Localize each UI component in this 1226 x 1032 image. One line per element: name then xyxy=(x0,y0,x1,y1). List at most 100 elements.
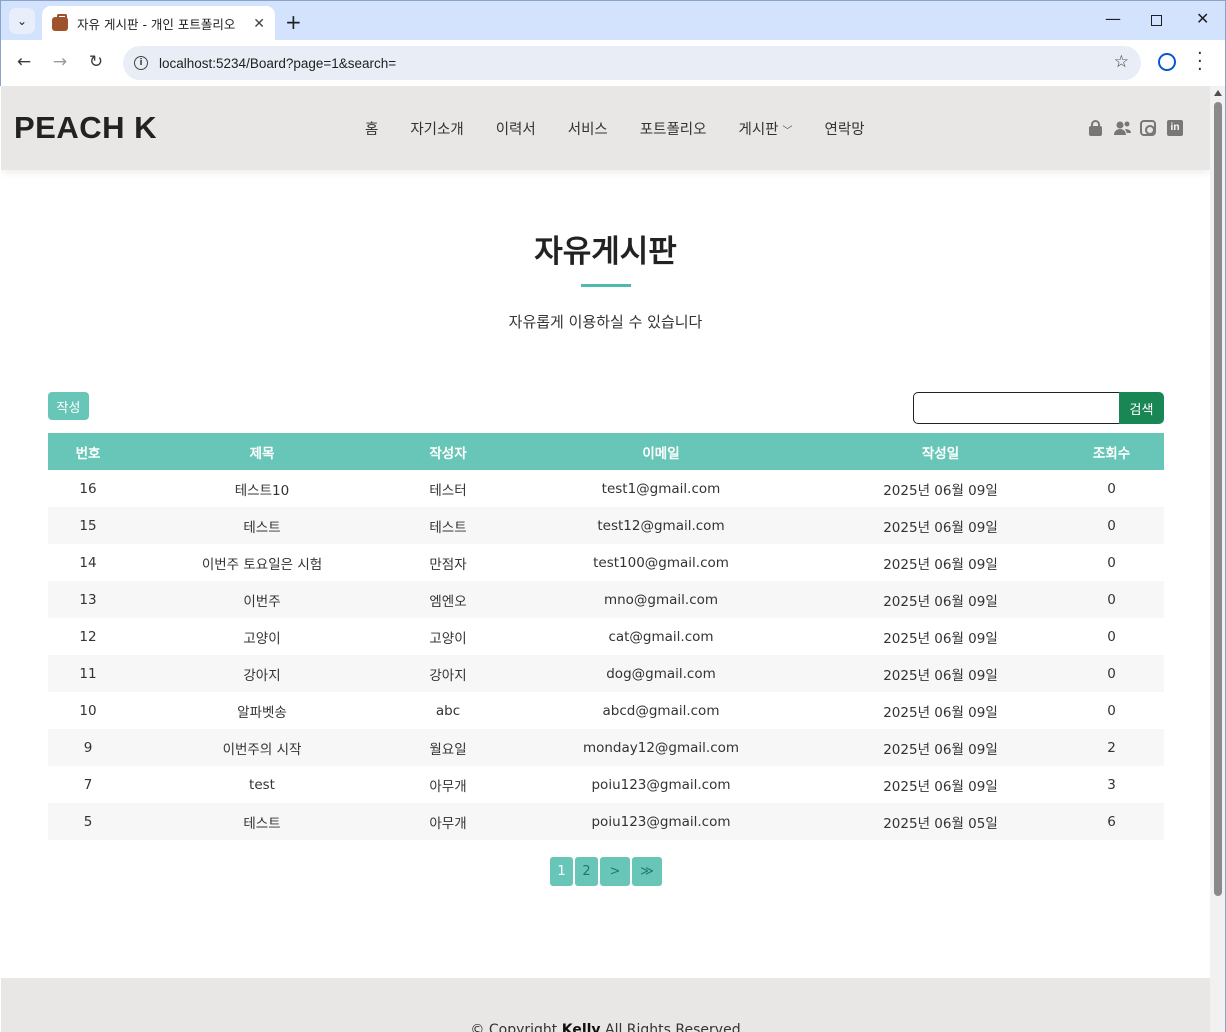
new-tab-button[interactable]: + xyxy=(285,10,302,34)
nav-home[interactable]: 홈 xyxy=(365,118,378,139)
tab-search-button[interactable]: ⌄ xyxy=(9,8,35,34)
post-date: 2025년 06월 09일 xyxy=(822,655,1059,692)
lock-icon[interactable] xyxy=(1089,120,1102,136)
post-title-link[interactable]: 이번주 xyxy=(128,581,396,618)
page-2-button[interactable]: 2 xyxy=(575,857,598,886)
nav-contact[interactable]: 연락망 xyxy=(825,118,865,139)
column-header: 작성자 xyxy=(396,433,500,470)
post-author: 테스트 xyxy=(396,507,500,544)
people-icon[interactable] xyxy=(1114,120,1131,136)
close-window-button[interactable]: ✕ xyxy=(1196,9,1209,28)
post-email: cat@gmail.com xyxy=(608,628,714,645)
post-title-link[interactable]: 테스트10 xyxy=(128,470,396,507)
next-page-button[interactable]: > xyxy=(600,857,630,886)
post-date: 2025년 06월 09일 xyxy=(883,778,998,795)
nav-resume[interactable]: 이력서 xyxy=(496,118,536,139)
copyright-prefix: © Copyright xyxy=(470,1022,562,1032)
nav-portfolio[interactable]: 포트폴리오 xyxy=(640,118,707,139)
page-scrollbar[interactable] xyxy=(1210,86,1226,1032)
site-info-icon[interactable]: i xyxy=(134,56,148,70)
post-author: 아무개 xyxy=(429,778,467,795)
minimize-button[interactable]: — xyxy=(1105,9,1121,28)
post-title-link[interactable]: test xyxy=(128,766,396,803)
post-views: 0 xyxy=(1107,628,1116,645)
column-header: 이메일 xyxy=(500,433,822,470)
post-email: poiu123@gmail.com xyxy=(500,803,822,840)
table-row: 15 테스트 테스트 test12@gmail.com 2025년 06월 09일 0 xyxy=(48,507,1164,544)
post-views: 0 xyxy=(1107,480,1116,497)
post-views: 3 xyxy=(1107,776,1116,793)
post-title-link[interactable]: 테스트 xyxy=(128,803,396,840)
post-views: 0 xyxy=(1059,581,1164,618)
pagination: 1 2 > ≫ xyxy=(550,857,662,886)
close-tab-icon[interactable]: ✕ xyxy=(253,16,265,32)
table-row: 12 고양이 고양이 cat@gmail.com 2025년 06월 09일 0 xyxy=(48,618,1164,655)
post-views: 0 xyxy=(1059,507,1164,544)
site-footer: © Copyright Kelly All Rights Reserved xyxy=(1,978,1210,1032)
post-date: 2025년 06월 09일 xyxy=(883,630,998,647)
write-button[interactable]: 작성 xyxy=(48,392,89,420)
table-row: 10 알파벳송 abc abcd@gmail.com 2025년 06월 09일 0 xyxy=(48,692,1164,729)
bookmark-star-icon[interactable]: ☆ xyxy=(1114,52,1129,72)
post-date: 2025년 06월 09일 xyxy=(822,729,1059,766)
post-date: 2025년 06월 09일 xyxy=(822,507,1059,544)
copyright-name: Kelly xyxy=(561,1022,601,1032)
search-button[interactable]: 검색 xyxy=(1119,392,1164,424)
post-email: poiu123@gmail.com xyxy=(591,776,731,793)
browser-menu-icon[interactable]: · · · xyxy=(1197,45,1203,79)
profile-icon[interactable] xyxy=(1158,53,1176,71)
post-title-link[interactable]: 알파벳송 xyxy=(128,692,396,729)
url-text[interactable]: localhost:5234/Board?page=1&search= xyxy=(159,56,396,71)
title-underline xyxy=(581,284,631,287)
post-author: 고양이 xyxy=(429,630,467,647)
post-title-link[interactable]: 이번주의 시작 xyxy=(128,729,396,766)
briefcase-icon xyxy=(52,13,68,31)
post-email: test12@gmail.com xyxy=(500,507,822,544)
linkedin-icon[interactable]: in xyxy=(1167,120,1183,136)
column-header: 제목 xyxy=(128,433,396,470)
search-input[interactable] xyxy=(913,392,1120,424)
post-number: 15 xyxy=(48,507,128,544)
table-row: 13 이번주 엠엔오 mno@gmail.com 2025년 06월 09일 0 xyxy=(48,581,1164,618)
browser-toolbar: ← → ↻ i localhost:5234/Board?page=1&sear… xyxy=(0,40,1226,86)
table-row: 9 이번주의 시작 월요일 monday12@gmail.com 2025년 06월 0… xyxy=(48,729,1164,766)
post-title-link[interactable]: 고양이 xyxy=(128,618,396,655)
nav-services[interactable]: 서비스 xyxy=(568,118,608,139)
post-title-link[interactable]: 테스트 xyxy=(128,507,396,544)
nav-about[interactable]: 자기소개 xyxy=(410,118,463,139)
post-number: 9 xyxy=(48,729,128,766)
reload-button[interactable]: ↻ xyxy=(85,52,107,72)
browser-tab[interactable]: 자유 게시판 - 개인 포트폴리오 ✕ xyxy=(42,6,275,41)
instagram-icon[interactable] xyxy=(1140,120,1156,136)
back-button[interactable]: ← xyxy=(13,52,35,72)
post-email: abcd@gmail.com xyxy=(602,702,720,719)
post-number: 13 xyxy=(48,581,128,618)
page-1-button[interactable]: 1 xyxy=(550,857,573,886)
scroll-thumb[interactable] xyxy=(1214,102,1222,896)
table-row: 5 테스트 아무개 poiu123@gmail.com 2025년 06월 05일 6 xyxy=(48,803,1164,840)
forward-button[interactable]: → xyxy=(49,52,71,72)
post-email: test100@gmail.com xyxy=(593,554,729,571)
post-author: 월요일 xyxy=(396,729,500,766)
post-date: 2025년 06월 09일 xyxy=(883,704,998,721)
board-table: 번호 제목 작성자 이메일 작성일 조회수 16 테스트10 테스터 test1@gm… xyxy=(48,433,1164,840)
nav-board[interactable]: 게시판 ﹀ xyxy=(738,118,792,139)
tab-title: 자유 게시판 - 개인 포트폴리오 xyxy=(77,17,236,32)
table-header-row: 번호 제목 작성자 이메일 작성일 조회수 xyxy=(48,433,1164,470)
nav-board-label: 게시판 xyxy=(738,122,779,138)
post-date: 2025년 06월 05일 xyxy=(822,803,1059,840)
post-number: 5 xyxy=(48,803,128,840)
scroll-up-arrow-icon[interactable] xyxy=(1214,90,1222,96)
post-views: 0 xyxy=(1107,702,1116,719)
last-page-button[interactable]: ≫ xyxy=(632,857,662,886)
post-title-link[interactable]: 이번주 토요일은 시험 xyxy=(128,544,396,581)
table-row: 7 test 아무개 poiu123@gmail.com 2025년 06월 09일 3 xyxy=(48,766,1164,803)
site-logo[interactable]: PEACH K xyxy=(14,110,157,146)
maximize-button[interactable] xyxy=(1151,15,1162,26)
page-title: 자유게시판 xyxy=(534,234,677,270)
post-date: 2025년 06월 09일 xyxy=(883,556,998,573)
post-author: 엠엔오 xyxy=(396,581,500,618)
post-title-link[interactable]: 강아지 xyxy=(128,655,396,692)
address-bar[interactable]: i localhost:5234/Board?page=1&search= ☆ xyxy=(123,46,1141,80)
post-views: 0 xyxy=(1059,655,1164,692)
